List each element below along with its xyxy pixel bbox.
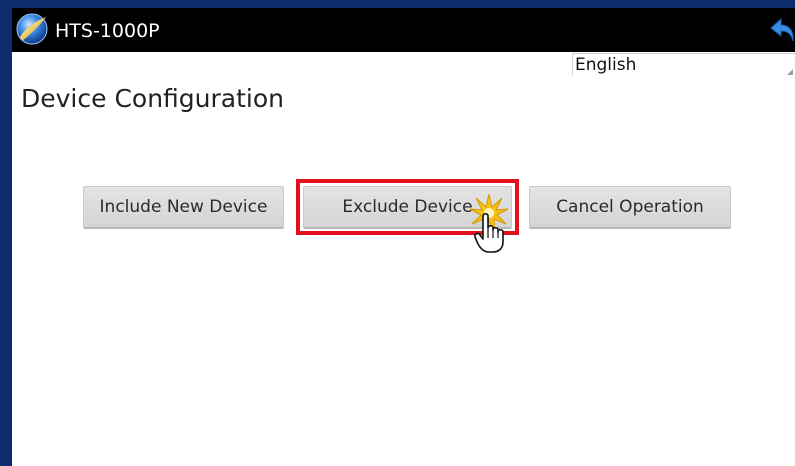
- page-title: Device Configuration: [21, 84, 284, 113]
- app-screen: HTS-1000P English Device Configuration I…: [12, 8, 795, 466]
- language-selected-value: English: [575, 55, 637, 75]
- action-bar: HTS-1000P: [12, 8, 795, 52]
- language-dropdown[interactable]: English: [572, 53, 795, 76]
- app-title: HTS-1000P: [55, 20, 160, 42]
- globe-logo-icon: [16, 13, 48, 45]
- include-new-device-button[interactable]: Include New Device: [83, 186, 284, 229]
- back-arrow-icon[interactable]: [769, 16, 795, 44]
- cancel-operation-button[interactable]: Cancel Operation: [529, 186, 731, 229]
- exclude-device-button[interactable]: Exclude Device: [303, 186, 512, 229]
- dropdown-corner-icon: [787, 69, 793, 75]
